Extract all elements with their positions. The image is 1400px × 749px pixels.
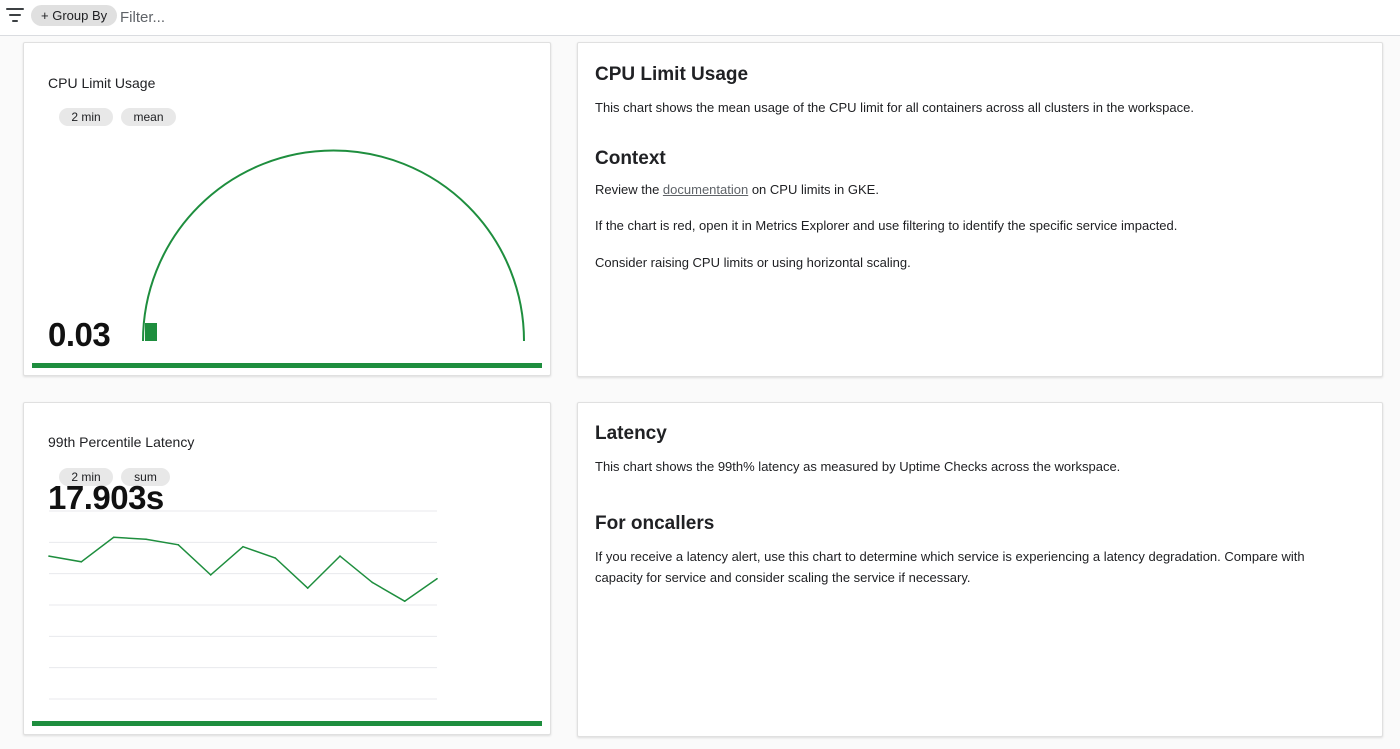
- context-heading: Context: [595, 148, 666, 169]
- toolbar: + Group By: [0, 0, 1400, 36]
- documentation-link[interactable]: documentation: [663, 182, 748, 197]
- latency-chart-card[interactable]: 99th Percentile Latency 2 min sum 17.903…: [23, 402, 551, 735]
- current-value: 17.903s: [48, 479, 164, 516]
- data-point: [371, 581, 374, 584]
- data-point: [112, 536, 115, 539]
- data-point: [48, 555, 50, 557]
- current-value: 0.03: [48, 316, 111, 353]
- doc-description: This chart shows the mean usage of the C…: [595, 100, 1194, 115]
- data-point: [177, 544, 180, 546]
- cpu-limit-usage-chart-card[interactable]: CPU Limit Usage 2 min mean 0.03: [23, 42, 551, 376]
- context-paragraph-3: Consider raising CPU limits or using hor…: [595, 255, 911, 270]
- status-bar: [32, 721, 542, 726]
- latency-line-chart: [48, 510, 438, 700]
- data-point: [145, 538, 147, 540]
- data-point: [403, 600, 406, 602]
- cpu-limit-usage-doc-card: CPU Limit Usage This chart shows the mea…: [577, 42, 1383, 377]
- doc-heading: CPU Limit Usage: [595, 64, 749, 85]
- doc-heading: Latency: [595, 423, 667, 444]
- oncall-paragraph: If you receive a latency alert, use this…: [595, 549, 1305, 585]
- data-point: [242, 545, 244, 548]
- context-suffix: on CPU limits in GKE.: [748, 182, 879, 197]
- context-paragraph-2: If the chart is red, open it in Metrics …: [595, 218, 1178, 233]
- data-point: [306, 587, 309, 589]
- gauge-arc: [142, 149, 525, 342]
- status-bar: [32, 363, 542, 368]
- filter-list-icon[interactable]: [6, 8, 24, 22]
- latency-doc-card: Latency This chart shows the 99th% laten…: [577, 402, 1383, 737]
- doc-description: This chart shows the 99th% latency as me…: [595, 459, 1121, 474]
- data-point: [274, 557, 277, 559]
- oncall-heading: For oncallers: [595, 513, 715, 534]
- gauge-value-marker: [145, 323, 157, 341]
- data-point: [80, 561, 83, 563]
- filter-input[interactable]: [118, 6, 418, 28]
- data-point: [436, 577, 438, 580]
- context-prefix: Review the: [595, 182, 663, 197]
- context-paragraph: Review the documentation on CPU limits i…: [595, 179, 879, 200]
- data-point: [209, 574, 212, 576]
- group-by-button[interactable]: + Group By: [31, 5, 118, 26]
- data-point: [339, 555, 341, 557]
